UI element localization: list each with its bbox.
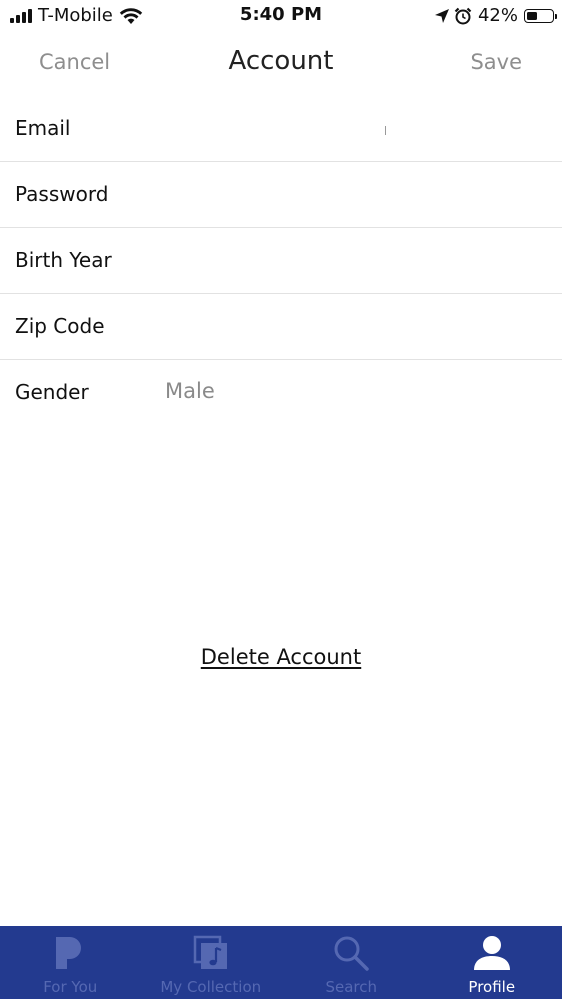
tab-label-my-collection: My Collection xyxy=(160,978,262,996)
gender-field[interactable]: Male xyxy=(165,379,215,403)
battery-percent: 42% xyxy=(477,5,518,26)
zip-code-row[interactable]: Zip Code xyxy=(0,294,562,360)
status-bar: T-Mobile 5:40 PM 42% xyxy=(0,0,562,30)
alarm-clock-icon xyxy=(454,7,472,24)
tab-search[interactable]: Search xyxy=(281,926,422,999)
password-label: Password xyxy=(15,182,109,206)
tab-for-you[interactable]: For You xyxy=(0,926,141,999)
tab-label-search: Search xyxy=(325,978,378,996)
tab-label-for-you: For You xyxy=(43,978,98,996)
email-label: Email xyxy=(15,116,71,140)
search-icon xyxy=(331,933,371,973)
profile-icon xyxy=(472,933,512,973)
pandora-p-icon xyxy=(50,933,90,973)
battery-cap xyxy=(555,13,557,19)
tab-bar: For You My Collection Search Profile xyxy=(0,926,562,999)
text-cursor xyxy=(385,126,386,135)
status-right: 42% xyxy=(434,5,557,26)
zip-code-label: Zip Code xyxy=(15,314,105,338)
location-arrow-icon xyxy=(434,8,449,23)
save-button[interactable]: Save xyxy=(470,50,522,74)
birth-year-row[interactable]: Birth Year xyxy=(0,228,562,294)
tab-label-profile: Profile xyxy=(468,978,516,996)
gender-label: Gender xyxy=(15,380,89,404)
email-row[interactable]: Email xyxy=(0,96,562,162)
birth-year-label: Birth Year xyxy=(15,248,112,272)
nav-bar: Cancel Account Save xyxy=(0,36,562,90)
battery-fill xyxy=(527,11,537,20)
delete-account-row: Delete Account xyxy=(0,645,562,669)
music-collection-icon xyxy=(191,933,231,973)
battery-icon xyxy=(524,8,557,23)
password-row[interactable]: Password xyxy=(0,162,562,228)
delete-account-link[interactable]: Delete Account xyxy=(201,645,361,669)
gender-row[interactable]: Gender Male xyxy=(0,360,562,426)
tab-profile[interactable]: Profile xyxy=(422,926,562,999)
tab-my-collection[interactable]: My Collection xyxy=(141,926,282,999)
